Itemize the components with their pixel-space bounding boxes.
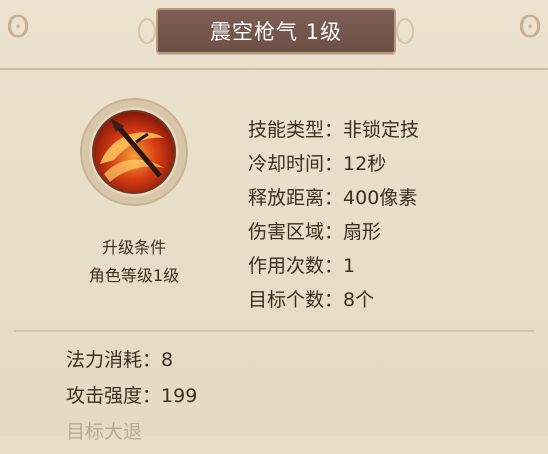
stat-label: 伤害区域： bbox=[248, 221, 344, 243]
stat-attack-power: 攻击强度：199 bbox=[66, 382, 197, 418]
skill-panel: ʘ ʘ 震空枪气 1级 升级条件 角色等级1级 技能类型：非锁定技 冷却时间：1… bbox=[0, 0, 548, 443]
top-border bbox=[0, 68, 548, 70]
stat-label: 释放距离： bbox=[248, 187, 344, 209]
stat-damage-area: 伤害区域：扇形 bbox=[248, 218, 419, 252]
stat-value: 8 bbox=[161, 349, 174, 371]
stat-mana-cost: 法力消耗：8 bbox=[66, 346, 197, 382]
stat-label: 攻击强度： bbox=[66, 385, 162, 407]
section-divider bbox=[14, 330, 534, 332]
cost-stats: 法力消耗：8 攻击强度：199 目标大退 bbox=[66, 346, 197, 454]
stat-value: 扇形 bbox=[343, 221, 382, 243]
upgrade-requirement: 角色等级1级 bbox=[88, 266, 180, 285]
stat-label: 目标个数： bbox=[248, 289, 344, 311]
skill-stats: 技能类型：非锁定技 冷却时间：12秒 释放距离：400像素 伤害区域：扇形 作用… bbox=[248, 116, 419, 320]
spear-skill-icon[interactable] bbox=[92, 110, 176, 194]
stat-value: 1 bbox=[343, 255, 356, 277]
stat-value: 8个 bbox=[343, 289, 375, 311]
stat-partial-cutoff: 目标大退 bbox=[66, 421, 143, 443]
stat-cast-range: 释放距离：400像素 bbox=[248, 184, 419, 218]
stat-label: 法力消耗： bbox=[66, 349, 162, 371]
stat-hit-count: 作用次数：1 bbox=[248, 252, 419, 286]
stat-target-count: 目标个数：8个 bbox=[248, 286, 419, 320]
stat-value: 12秒 bbox=[343, 153, 387, 175]
stat-value: 非锁定技 bbox=[343, 119, 420, 141]
swirl-ornament-left-icon: ʘ bbox=[6, 10, 30, 45]
stat-cooldown: 冷却时间：12秒 bbox=[248, 150, 419, 184]
swirl-ornament-right-icon: ʘ bbox=[518, 10, 542, 45]
stat-skill-type: 技能类型：非锁定技 bbox=[248, 116, 419, 150]
stat-label: 冷却时间： bbox=[248, 153, 344, 175]
stat-value: 199 bbox=[161, 385, 198, 407]
stat-value: 400像素 bbox=[343, 187, 418, 209]
stat-label: 技能类型： bbox=[248, 119, 344, 141]
skill-title: 震空枪气 1级 bbox=[138, 8, 414, 54]
upgrade-condition-title: 升级条件 bbox=[101, 238, 166, 257]
stat-label: 作用次数： bbox=[248, 255, 344, 277]
